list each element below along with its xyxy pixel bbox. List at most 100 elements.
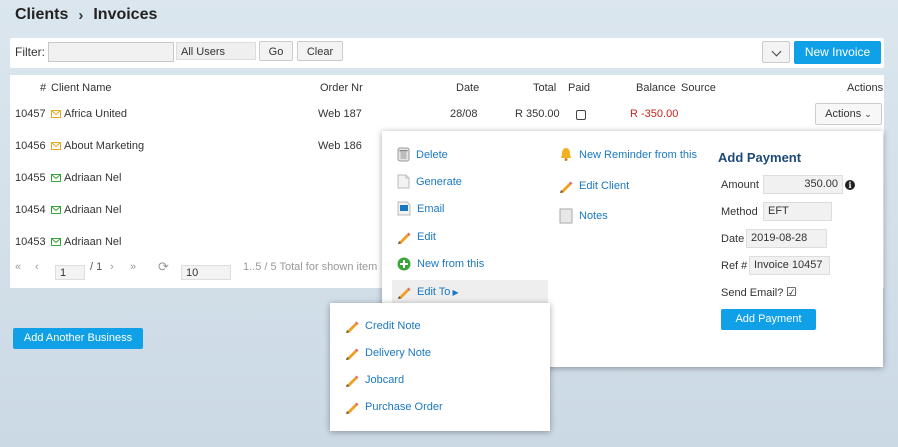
- menu-notes-label: Notes: [579, 210, 608, 222]
- trash-icon: [397, 147, 410, 162]
- client-name: Adriaan Nel: [64, 204, 122, 216]
- menu-new-from-this-label: New from this: [417, 258, 485, 270]
- new-invoice-button[interactable]: New Invoice: [794, 41, 881, 64]
- menu-delete[interactable]: Delete: [397, 147, 448, 162]
- invoice-total: R 350.00: [515, 108, 560, 120]
- next-page-icon[interactable]: ›: [110, 261, 114, 273]
- col-header-date[interactable]: Date: [456, 82, 479, 94]
- method-label: Method: [721, 206, 758, 218]
- menu-edit-to[interactable]: Edit To ▶: [397, 285, 459, 299]
- document-icon: [397, 174, 410, 189]
- col-header-source[interactable]: Source: [681, 82, 716, 94]
- send-email-checkbox[interactable]: ☑: [786, 285, 797, 299]
- pencil-icon: [398, 232, 411, 244]
- menu-new-reminder[interactable]: New Reminder from this: [559, 147, 697, 162]
- submenu-jobcard-label: Jobcard: [365, 374, 405, 386]
- breadcrumb-clients[interactable]: Clients: [15, 6, 68, 24]
- client-name: Africa United: [64, 108, 127, 120]
- menu-delete-label: Delete: [416, 148, 448, 161]
- submenu-purchase-order-label: Purchase Order: [365, 401, 443, 413]
- filter-bar: Filter: All Users Go Clear New Invoice: [10, 38, 884, 68]
- add-payment-button[interactable]: Add Payment: [721, 309, 816, 330]
- page-size-select[interactable]: 10: [181, 265, 231, 280]
- col-header-client[interactable]: Client Name: [51, 82, 112, 94]
- order-number: Web 186: [318, 140, 362, 152]
- chevron-down-icon: ⌄: [864, 109, 872, 119]
- paid-checkbox[interactable]: [576, 110, 586, 120]
- envelope-icon: [51, 110, 61, 119]
- send-email-label: Send Email?: [721, 287, 784, 299]
- breadcrumb: Clients › Invoices: [15, 6, 157, 24]
- submenu-purchase-order[interactable]: Purchase Order: [345, 400, 443, 414]
- order-number: Web 187: [318, 108, 362, 120]
- last-page-icon[interactable]: »: [130, 261, 136, 273]
- edit-to-submenu: Credit Note Delivery Note Jobcard Purcha…: [330, 303, 550, 431]
- client-cell[interactable]: Adriaan Nel: [51, 162, 121, 194]
- go-button[interactable]: Go: [259, 41, 293, 61]
- menu-edit-client[interactable]: Edit Client: [559, 179, 629, 193]
- envelope-icon: [51, 238, 61, 247]
- amount-label: Amount: [721, 179, 759, 191]
- envelope-icon: [51, 174, 61, 183]
- info-icon[interactable]: i: [845, 180, 855, 190]
- envelope-icon: [51, 206, 61, 215]
- filter-input[interactable]: [48, 42, 174, 62]
- submenu-credit-note[interactable]: Credit Note: [345, 319, 421, 333]
- pencil-icon: [398, 287, 411, 299]
- invoice-number: 10457: [15, 108, 46, 120]
- page-total: / 1: [90, 261, 103, 273]
- amount-input[interactable]: 350.00: [763, 175, 843, 194]
- notes-icon: [559, 208, 573, 224]
- date-label: Date: [721, 233, 745, 245]
- submenu-delivery-note[interactable]: Delivery Note: [345, 346, 431, 360]
- page-input[interactable]: 1: [55, 265, 85, 280]
- plus-circle-icon: [397, 257, 411, 271]
- invoice-balance: R -350.00: [630, 108, 679, 120]
- refresh-icon[interactable]: ⟳: [158, 259, 169, 275]
- pencil-icon: [346, 348, 359, 360]
- bell-icon: [561, 148, 571, 161]
- email-icon: [397, 201, 411, 216]
- menu-email[interactable]: Email: [397, 201, 445, 216]
- menu-notes[interactable]: Notes: [559, 208, 608, 224]
- col-header-order[interactable]: Order Nr: [320, 82, 363, 94]
- table-row[interactable]: 10457 Africa United Web 187 28/08 R 350.…: [10, 98, 884, 130]
- caret-right-icon: ▶: [452, 287, 459, 297]
- menu-edit-to-label: Edit To: [417, 286, 451, 298]
- users-select[interactable]: All Users: [176, 42, 256, 60]
- menu-edit-label: Edit: [417, 231, 436, 243]
- menu-edit[interactable]: Edit: [397, 230, 436, 244]
- client-cell[interactable]: Adriaan Nel: [51, 226, 121, 258]
- menu-generate-label: Generate: [416, 175, 462, 188]
- envelope-icon: [51, 142, 61, 151]
- col-header-total[interactable]: Total: [533, 82, 556, 94]
- pencil-icon: [346, 321, 359, 333]
- ref-input[interactable]: Invoice 10457: [749, 256, 830, 275]
- menu-new-reminder-label: New Reminder from this: [579, 148, 697, 161]
- invoice-number: 10454: [15, 204, 46, 216]
- menu-new-from-this[interactable]: New from this: [397, 257, 484, 271]
- client-cell[interactable]: About Marketing: [51, 130, 144, 162]
- client-name: About Marketing: [64, 140, 145, 152]
- menu-generate[interactable]: Generate: [397, 174, 462, 189]
- ref-label: Ref #: [721, 260, 748, 272]
- add-business-button[interactable]: Add Another Business: [13, 328, 143, 349]
- row-actions-button[interactable]: Actions ⌄: [815, 103, 882, 125]
- pencil-icon: [346, 402, 359, 414]
- filter-label: Filter:: [15, 45, 45, 59]
- prev-page-icon[interactable]: ‹: [35, 261, 39, 273]
- col-header-paid[interactable]: Paid: [568, 82, 590, 94]
- method-select[interactable]: EFT: [763, 202, 832, 221]
- date-input[interactable]: 2019-08-28: [746, 229, 827, 248]
- client-cell[interactable]: Africa United: [51, 98, 127, 130]
- col-header-balance[interactable]: Balance: [636, 82, 676, 94]
- col-header-num[interactable]: #: [40, 82, 46, 94]
- actions-label: Actions: [825, 108, 862, 120]
- clear-button[interactable]: Clear: [297, 41, 343, 61]
- first-page-icon[interactable]: «: [15, 261, 21, 273]
- invoice-number: 10453: [15, 236, 46, 248]
- client-cell[interactable]: Adriaan Nel: [51, 194, 121, 226]
- submenu-jobcard[interactable]: Jobcard: [345, 373, 404, 387]
- options-dropdown-button[interactable]: [762, 41, 790, 63]
- pencil-icon: [346, 375, 359, 387]
